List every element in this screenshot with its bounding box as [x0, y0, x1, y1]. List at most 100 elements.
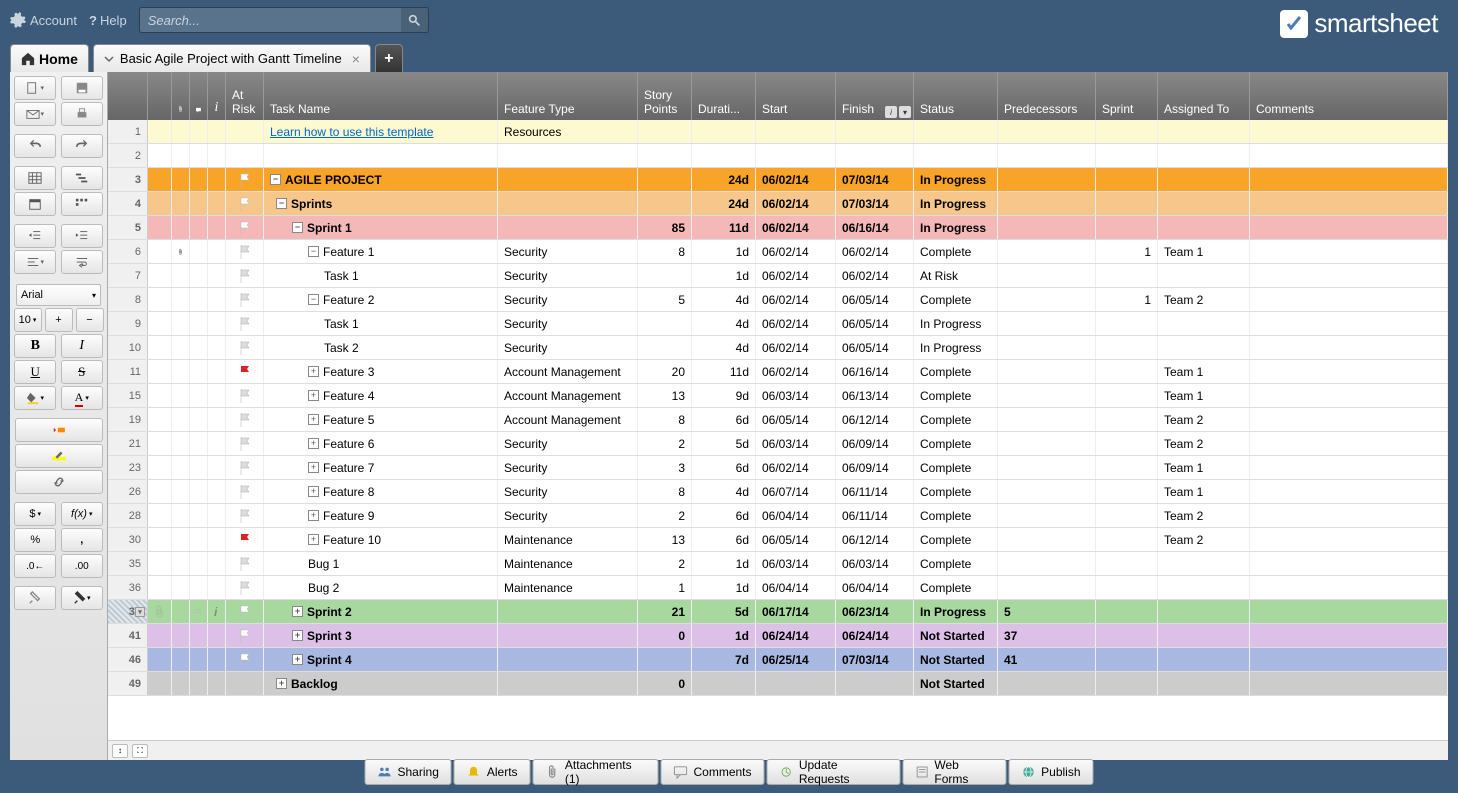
row-number[interactable]: 2	[108, 144, 148, 167]
cell-comments[interactable]	[1250, 168, 1448, 191]
cell-finish[interactable]: 06/09/14	[836, 456, 914, 479]
cell-assigned[interactable]: Team 1	[1158, 384, 1250, 407]
cell-info[interactable]	[208, 408, 226, 431]
cell-duration[interactable]	[692, 144, 756, 167]
cell-duration[interactable]: 4d	[692, 288, 756, 311]
table-row[interactable]: 3 −AGILE PROJECT 24d 06/02/14 07/03/14 I…	[108, 168, 1448, 192]
cell-story[interactable]: 85	[638, 216, 692, 239]
cell-comments[interactable]	[1250, 672, 1448, 695]
cell-sprint[interactable]	[1096, 192, 1158, 215]
cell-assigned[interactable]: Team 2	[1158, 288, 1250, 311]
cell-start[interactable]: 06/03/14	[756, 552, 836, 575]
cell-story[interactable]	[638, 168, 692, 191]
cell-comments[interactable]	[1250, 240, 1448, 263]
cell-feature[interactable]: Security	[498, 480, 638, 503]
cell-discussion[interactable]	[190, 168, 208, 191]
cell-duration[interactable]: 4d	[692, 336, 756, 359]
cell-story[interactable]: 8	[638, 240, 692, 263]
cell-story[interactable]: 8	[638, 408, 692, 431]
cell-sprint[interactable]	[1096, 384, 1158, 407]
cell-assigned[interactable]	[1158, 576, 1250, 599]
template-link[interactable]: Learn how to use this template	[270, 125, 433, 139]
cell-sprint[interactable]: 1	[1096, 288, 1158, 311]
table-row[interactable]: 26 +Feature 8 Security 8 4d 06/07/14 06/…	[108, 480, 1448, 504]
cell-atrisk[interactable]	[226, 576, 264, 599]
cell-status[interactable]: Not Started	[914, 672, 998, 695]
expand-toggle[interactable]: −	[276, 198, 287, 209]
cell-predecessors[interactable]	[998, 504, 1096, 527]
expand-toggle[interactable]: −	[308, 246, 319, 257]
cell-discussion[interactable]	[190, 408, 208, 431]
cell-attach[interactable]	[172, 528, 190, 551]
cell-status[interactable]	[914, 120, 998, 143]
search-button[interactable]	[401, 7, 429, 33]
cell-status[interactable]: Not Started	[914, 648, 998, 671]
cell-info[interactable]: i	[208, 600, 226, 623]
cell-task[interactable]: +Sprint 3	[264, 624, 498, 647]
cell-assigned[interactable]	[1158, 672, 1250, 695]
col-status[interactable]: Status	[914, 72, 998, 120]
row-number[interactable]: 15	[108, 384, 148, 407]
card-view-button[interactable]	[61, 192, 103, 216]
cell-finish[interactable]: 07/03/14	[836, 648, 914, 671]
cell-predecessors[interactable]	[998, 216, 1096, 239]
sheet-tab[interactable]: Basic Agile Project with Gantt Timeline …	[93, 44, 371, 72]
cell-info[interactable]	[208, 240, 226, 263]
cell-task[interactable]: Bug 2	[264, 576, 498, 599]
cell-duration[interactable]: 6d	[692, 528, 756, 551]
cell-task[interactable]: +Feature 8	[264, 480, 498, 503]
cell-finish[interactable]: 06/11/14	[836, 480, 914, 503]
cell-story[interactable]: 2	[638, 432, 692, 455]
cell-discussion[interactable]	[190, 504, 208, 527]
cell-finish[interactable]	[836, 120, 914, 143]
strike-button[interactable]: S	[61, 360, 103, 384]
cell-finish[interactable]	[836, 672, 914, 695]
table-row[interactable]: 41 +Sprint 3 0 1d 06/24/14 06/24/14 Not …	[108, 624, 1448, 648]
cell-finish[interactable]: 06/23/14	[836, 600, 914, 623]
cell-attach[interactable]	[172, 240, 190, 263]
cell-sprint[interactable]	[1096, 480, 1158, 503]
cell-comments[interactable]	[1250, 216, 1448, 239]
cell-discussion[interactable]	[190, 216, 208, 239]
cell-atrisk[interactable]	[226, 216, 264, 239]
cell-feature[interactable]	[498, 672, 638, 695]
table-row[interactable]: 10 Task 2 Security 4d 06/02/14 06/05/14 …	[108, 336, 1448, 360]
cell-predecessors[interactable]: 5	[998, 600, 1096, 623]
cell-story[interactable]	[638, 336, 692, 359]
cell-assigned[interactable]: Team 1	[1158, 240, 1250, 263]
cell-status[interactable]: In Progress	[914, 216, 998, 239]
cell-atrisk[interactable]	[226, 360, 264, 383]
cell-assigned[interactable]	[1158, 264, 1250, 287]
cell-discussion[interactable]	[190, 624, 208, 647]
cell-attach[interactable]	[172, 216, 190, 239]
cell-task[interactable]: +Sprint 2	[264, 600, 498, 623]
sharing-tab[interactable]: Sharing	[365, 759, 452, 785]
cell-discussion[interactable]	[190, 384, 208, 407]
col-duration[interactable]: Durati...	[692, 72, 756, 120]
cell-duration[interactable]: 24d	[692, 192, 756, 215]
cell-finish[interactable]: 06/04/14	[836, 576, 914, 599]
col-comments[interactable]: Comments	[1250, 72, 1448, 120]
cell-assigned[interactable]	[1158, 648, 1250, 671]
cell-predecessors[interactable]: 37	[998, 624, 1096, 647]
cell-finish[interactable]: 06/24/14	[836, 624, 914, 647]
col-atrisk[interactable]: At Risk	[226, 72, 264, 120]
cell-status[interactable]	[914, 144, 998, 167]
row-menu[interactable]: ▾	[135, 607, 145, 617]
cell-predecessors[interactable]	[998, 480, 1096, 503]
calendar-view-button[interactable]	[14, 192, 56, 216]
cell-sprint[interactable]	[1096, 336, 1158, 359]
cell-assigned[interactable]: Team 2	[1158, 432, 1250, 455]
cell-feature[interactable]: Security	[498, 312, 638, 335]
cell-task[interactable]: −Sprints	[264, 192, 498, 215]
table-row[interactable]: 7 Task 1 Security 1d 06/02/14 06/02/14 A…	[108, 264, 1448, 288]
cell-attach[interactable]	[172, 480, 190, 503]
cell-predecessors[interactable]	[998, 432, 1096, 455]
table-row[interactable]: 23 +Feature 7 Security 3 6d 06/02/14 06/…	[108, 456, 1448, 480]
cell-status[interactable]: Complete	[914, 528, 998, 551]
info-icon[interactable]: i	[885, 106, 897, 118]
indent-button[interactable]	[61, 224, 103, 248]
cell-story[interactable]: 0	[638, 624, 692, 647]
cell-status[interactable]: Complete	[914, 288, 998, 311]
cell-attach[interactable]	[172, 456, 190, 479]
